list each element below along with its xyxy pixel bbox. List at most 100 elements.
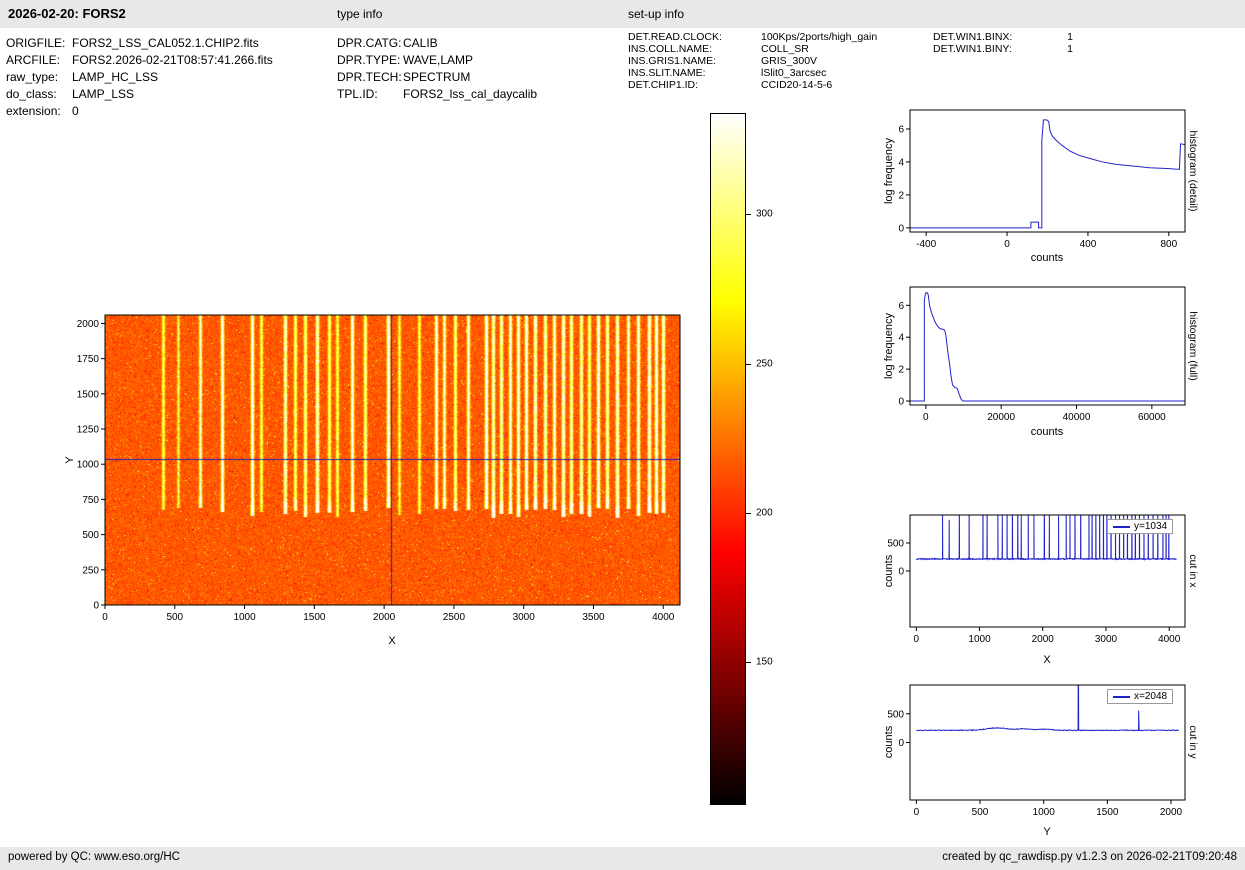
meta-label: INS.COLL.NAME: <box>628 43 713 55</box>
header-bar <box>0 0 1245 28</box>
meta-label: DET.CHIP1.ID: <box>628 79 699 91</box>
meta-value: FORS2_LSS_CAL052.1.CHIP2.fits <box>72 36 259 50</box>
svg-text:2000: 2000 <box>77 319 100 330</box>
hist-detail-ylabel: log frequency <box>883 137 895 205</box>
svg-text:2000: 2000 <box>1032 634 1055 645</box>
meta-row: ARCFILE: FORS2.2026-02-21T08:57:41.266.fi… <box>6 52 273 69</box>
svg-text:2: 2 <box>898 365 904 376</box>
svg-text:0: 0 <box>93 601 99 612</box>
svg-text:-400: -400 <box>916 239 936 250</box>
meta-label: ORIGFILE: <box>6 36 66 50</box>
colorbar-gradient <box>710 113 746 805</box>
svg-text:1000: 1000 <box>968 634 991 645</box>
svg-text:1250: 1250 <box>77 425 100 436</box>
meta-value: 1 <box>1067 43 1073 55</box>
cut-y-right-label: cut in y <box>1187 725 1199 759</box>
meta-value: SPECTRUM <box>403 70 471 84</box>
svg-text:0: 0 <box>923 412 929 423</box>
legend-label: y=1034 <box>1134 521 1168 532</box>
meta-value: WAVE,LAMP <box>403 53 474 67</box>
meta-value: 100Kps/2ports/high_gain <box>761 31 878 43</box>
svg-text:3000: 3000 <box>1095 634 1118 645</box>
svg-text:2000: 2000 <box>1160 807 1183 818</box>
meta-row: extension: 0 <box>6 103 273 120</box>
cut-x-ylabel: counts <box>883 554 895 588</box>
svg-text:1000: 1000 <box>77 460 100 471</box>
meta-row: do_class: LAMP_LSS <box>6 86 273 103</box>
svg-text:4: 4 <box>898 333 904 344</box>
chart-cut-in-x: counts cut in x X y=1034 0 1000 2000 3000 40… <box>875 510 1205 678</box>
meta-row: INS.GRIS1.NAME: GRIS_300V <box>628 55 877 67</box>
svg-text:6: 6 <box>898 301 904 312</box>
colorbar-panel: 150 200 250 300 <box>710 113 805 813</box>
meta-value: GRIS_300V <box>761 55 818 67</box>
colorbar-tick-label: 300 <box>756 208 773 220</box>
meta-value: FORS2_lss_cal_daycalib <box>403 87 538 101</box>
svg-text:500: 500 <box>82 530 99 541</box>
svg-text:0: 0 <box>914 634 920 645</box>
svg-text:800: 800 <box>1160 239 1177 250</box>
svg-text:400: 400 <box>1080 239 1097 250</box>
page-title: 2026-02-20: FORS2 <box>8 6 126 21</box>
svg-text:40000: 40000 <box>1063 412 1091 423</box>
meta-label: INS.SLIT.NAME: <box>628 67 706 79</box>
colorbar-tick-mark <box>746 214 751 215</box>
meta-label: TPL.ID: <box>337 87 378 101</box>
raw-image-canvas <box>105 315 680 605</box>
chart-hist-detail: log frequency histogram (detail) counts … <box>875 105 1205 280</box>
colorbar-tick-mark <box>746 513 751 514</box>
meta-label: DPR.CATG: <box>337 36 402 50</box>
type-info-block: DPR.CATG: CALIB DPR.TYPE: WAVE,LAMP DPR.TE… <box>337 35 537 103</box>
svg-text:1500: 1500 <box>303 612 326 623</box>
meta-row: DPR.CATG: CALIB <box>337 35 537 52</box>
svg-text:0: 0 <box>898 397 904 408</box>
meta-value: 0 <box>72 104 79 118</box>
meta-row: raw_type: LAMP_HC_LSS <box>6 69 273 86</box>
series-line-cut_y <box>916 685 1179 732</box>
svg-text:20000: 20000 <box>987 412 1015 423</box>
hist-detail-right-label: histogram (detail) <box>1187 130 1199 212</box>
svg-text:4000: 4000 <box>1158 634 1181 645</box>
svg-text:0: 0 <box>898 567 904 578</box>
series-line-cut_x <box>915 515 1177 562</box>
svg-text:1500: 1500 <box>1096 807 1119 818</box>
colorbar-tick-mark <box>746 364 751 365</box>
window-binning-block: DET.WIN1.BINX: 1 DET.WIN1.BINY: 1 <box>933 31 1073 55</box>
svg-text:2000: 2000 <box>373 612 396 623</box>
hist-full-xlabel: counts <box>1030 426 1064 438</box>
svg-text:4: 4 <box>898 157 904 168</box>
meta-label: INS.GRIS1.NAME: <box>628 55 717 67</box>
svg-text:6: 6 <box>898 124 904 135</box>
svg-text:4000: 4000 <box>652 612 675 623</box>
hist-full-right-label: histogram (full) <box>1187 311 1199 381</box>
meta-row: DET.READ.CLOCK: 100Kps/2ports/high_gain <box>628 31 877 43</box>
meta-row: TPL.ID: FORS2_lss_cal_daycalib <box>337 86 537 103</box>
series-line-hist_full <box>910 291 1185 402</box>
hist-detail-xlabel: counts <box>1030 252 1064 264</box>
meta-row: DET.WIN1.BINX: 1 <box>933 31 1073 43</box>
raw-image-xlabel: X <box>388 635 396 647</box>
svg-text:500: 500 <box>972 807 989 818</box>
svg-text:500: 500 <box>887 709 904 720</box>
svg-text:500: 500 <box>887 539 904 550</box>
colorbar-tick-label: 200 <box>756 507 773 519</box>
legend-cut-in-y: x=2048 <box>1107 689 1174 704</box>
meta-row: DPR.TYPE: WAVE,LAMP <box>337 52 537 69</box>
legend-line-icon <box>1113 695 1130 698</box>
type-info-heading: type info <box>337 7 383 21</box>
svg-text:3000: 3000 <box>513 612 536 623</box>
svg-text:1500: 1500 <box>77 389 100 400</box>
raw-image-ylabel: Y <box>64 456 76 464</box>
meta-label: DPR.TECH: <box>337 70 402 84</box>
meta-label: raw_type: <box>6 70 59 84</box>
svg-text:1000: 1000 <box>1033 807 1056 818</box>
colorbar-tick-label: 250 <box>756 358 773 370</box>
svg-text:1750: 1750 <box>77 354 100 365</box>
cut-x-xlabel: X <box>1043 654 1051 666</box>
svg-text:750: 750 <box>82 495 99 506</box>
meta-label: DET.WIN1.BINX: <box>933 31 1013 43</box>
cut-y-ylabel: counts <box>883 725 895 759</box>
series-line-hist_detail <box>910 119 1185 229</box>
meta-label: extension: <box>6 104 61 118</box>
meta-row: INS.COLL.NAME: COLL_SR <box>628 43 877 55</box>
